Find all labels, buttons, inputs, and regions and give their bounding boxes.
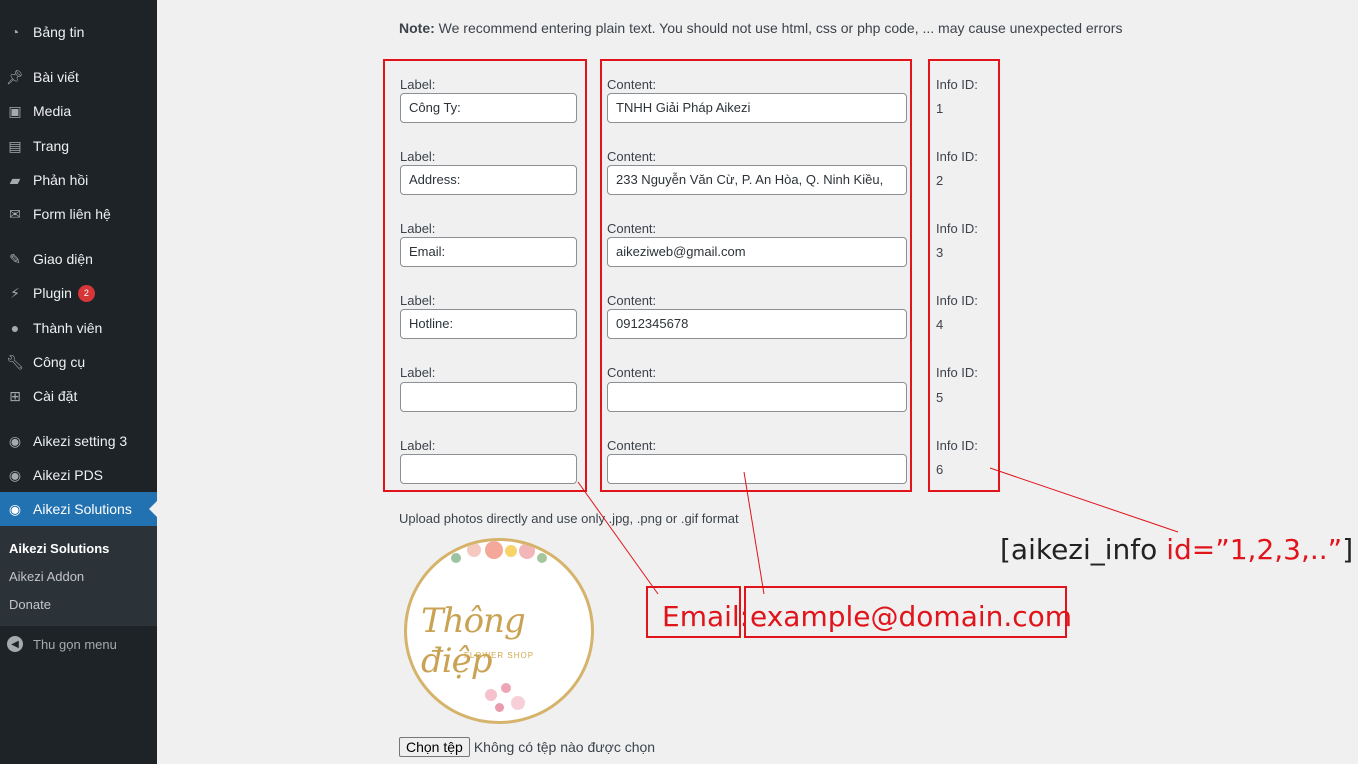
shortcode-annotation: [aikezi_info id=”1,2,3,..”]: [1000, 536, 1353, 564]
annotation-line-content: [743, 471, 765, 595]
annotation-line-label: [577, 481, 659, 595]
label-example-text: Email:: [662, 600, 750, 633]
annotation-line-id: [989, 467, 1179, 533]
annotation-lines: [577, 467, 1179, 595]
content-example-text: example@domain.com: [750, 600, 1073, 633]
shortcode-attr: id=”1,2,3,..”: [1166, 533, 1343, 566]
shortcode-suffix: ]: [1342, 533, 1354, 566]
shortcode-prefix: [aikezi_info: [1000, 533, 1167, 566]
